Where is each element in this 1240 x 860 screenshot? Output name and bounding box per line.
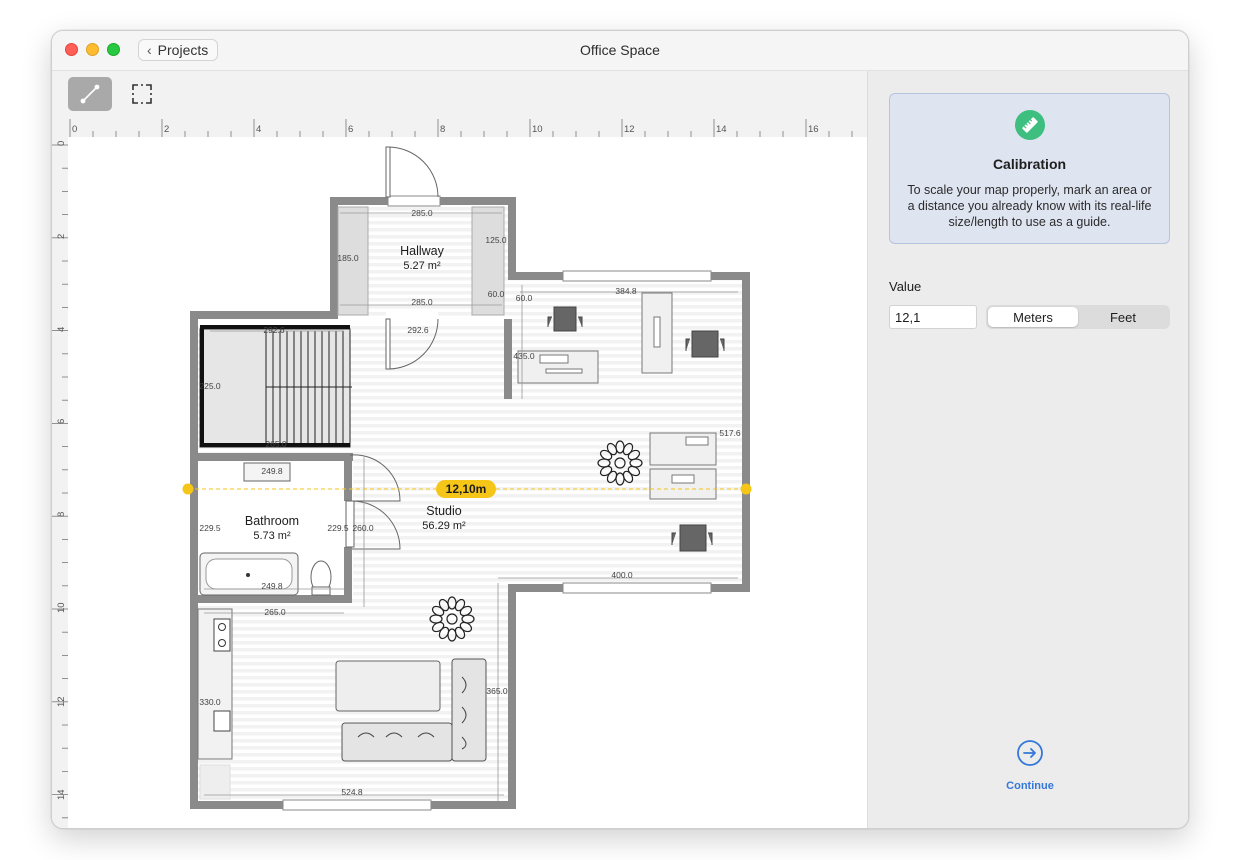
ruler-top-label: 0 [72, 124, 77, 135]
dimension-label: 60.0 [516, 293, 533, 303]
dimension-label: 185.0 [337, 253, 359, 263]
unit-segmented-control: Meters Feet [986, 305, 1170, 329]
ruler-left-label: 0 [56, 141, 67, 146]
vertical-ruler: 0 2 4 6 8 10 12 14 [52, 119, 68, 828]
ruler-top-label: 12 [624, 124, 635, 135]
calibrate-area-tool[interactable] [120, 77, 164, 111]
value-input[interactable] [889, 305, 977, 329]
dimension-label: 365.0 [486, 686, 508, 696]
dimension-label: 260.0 [352, 523, 374, 533]
editor-pane: 0 2 4 6 8 10 12 14 16 0 2 4 6 8 10 12 14 [52, 71, 867, 829]
ruler-top-label: 14 [716, 124, 727, 135]
room-name-studio: Studio [426, 504, 461, 518]
calibrate-area-icon [132, 84, 152, 104]
calibration-end-handle[interactable] [740, 483, 752, 495]
ruler-left-label: 14 [56, 789, 67, 800]
ruler-top-label: 8 [440, 124, 445, 135]
calibration-toolbar [52, 71, 867, 119]
calibration-info-card: Calibration To scale your map properly, … [889, 93, 1170, 244]
calibrate-line-tool[interactable] [68, 77, 112, 111]
unit-feet-option[interactable]: Feet [1078, 307, 1168, 327]
calibration-length-label: 12,10m [446, 482, 487, 496]
room-name-hallway: Hallway [400, 244, 445, 258]
window-title: Office Space [580, 42, 660, 58]
dimension-label: 524.8 [341, 787, 363, 797]
dimension-label: 285.0 [411, 208, 433, 218]
room-name-bathroom: Bathroom [245, 514, 299, 528]
calibration-description: To scale your map properly, mark an area… [907, 183, 1152, 229]
unit-meters-option[interactable]: Meters [988, 307, 1078, 327]
ruler-left-label: 8 [56, 512, 67, 517]
dimension-label: 60.0 [488, 289, 505, 299]
ruler-top-label: 16 [808, 124, 819, 135]
dimension-label: 330.0 [199, 697, 221, 707]
living-room-furniture [335, 658, 487, 762]
ruler-top-label: 10 [532, 124, 543, 135]
ruler-icon [1015, 110, 1045, 140]
room-area-bathroom: 5.73 m² [253, 530, 291, 542]
room-area-studio: 56.29 m² [422, 520, 466, 532]
dimension-label: 292.6 [407, 325, 429, 335]
calibration-title: Calibration [992, 156, 1067, 172]
dimension-label: 435.0 [513, 351, 535, 361]
dimension-label: 517.6 [719, 428, 741, 438]
ruler-left-label: 12 [56, 696, 67, 707]
ruler-left-label: 4 [56, 327, 67, 332]
ruler-top-label: 6 [348, 124, 353, 135]
staircase [199, 325, 352, 448]
ruler-left-label: 6 [56, 419, 67, 424]
dimension-label: 225.0 [199, 381, 221, 391]
dimension-label: 229.5 [327, 523, 349, 533]
calibration-start-handle[interactable] [182, 483, 194, 495]
app-window: ‹ Projects Office Space 0 2 4 6 8 10 12 … [51, 30, 1189, 829]
calibrate-line-icon [80, 84, 100, 104]
dimension-label: 249.8 [261, 581, 283, 591]
dimension-label: 249.8 [261, 466, 283, 476]
dimension-label: 292.6 [263, 325, 285, 335]
ruler-left-label: 2 [56, 234, 67, 239]
dimension-label: 384.8 [615, 286, 637, 296]
horizontal-ruler: 0 2 4 6 8 10 12 14 16 [68, 119, 867, 137]
arrow-right-circle-icon [1017, 740, 1043, 766]
value-label: Value [889, 279, 922, 294]
continue-button[interactable]: Continue [993, 739, 1067, 792]
dimension-label: 285.0 [411, 297, 433, 307]
ruler-top-label: 4 [256, 124, 261, 135]
dimension-label: 400.0 [611, 570, 633, 580]
dimension-label: 229.5 [199, 523, 221, 533]
room-area-hallway: 5.27 m² [403, 260, 441, 272]
ruler-left-label: 10 [56, 602, 67, 613]
continue-label: Continue [1006, 780, 1054, 792]
title-bar: ‹ Projects Office Space [52, 31, 1188, 71]
dimension-label: 125.0 [485, 235, 507, 245]
ruler-top-label: 2 [164, 124, 169, 135]
calibration-panel: Calibration To scale your map properly, … [867, 71, 1188, 828]
dimension-label: 265.0 [264, 607, 286, 617]
floorplan-canvas[interactable]: 285.0 125.0 185.0 60.0 285.0 292.6 384.8… [68, 137, 867, 829]
dimension-label: 265.0 [265, 439, 287, 449]
